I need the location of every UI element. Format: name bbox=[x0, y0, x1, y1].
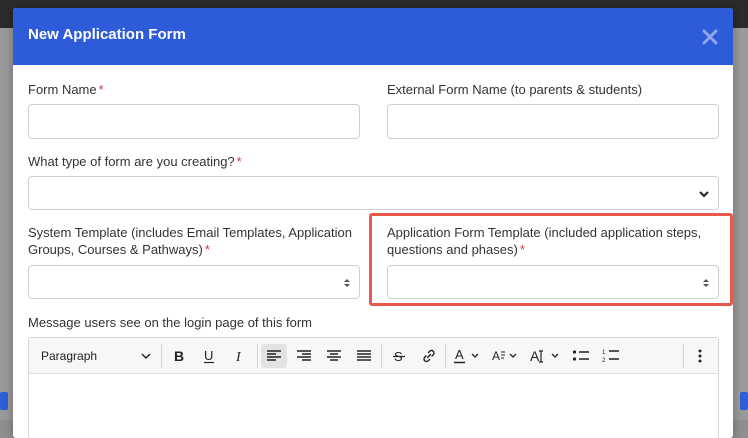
application-form-template-label-text: Application Form Template (included appl… bbox=[387, 225, 702, 257]
system-template-label-text: System Template (includes Email Template… bbox=[28, 225, 352, 257]
application-form-template-label: Application Form Template (included appl… bbox=[387, 224, 717, 258]
toolbar-divider bbox=[445, 344, 446, 368]
form-type-label-text: What type of form are you creating? bbox=[28, 154, 235, 169]
underline-icon[interactable]: U bbox=[197, 344, 221, 368]
svg-text:A: A bbox=[492, 349, 500, 363]
modal-title: New Application Form bbox=[28, 26, 186, 43]
external-form-name-input[interactable] bbox=[387, 104, 719, 139]
bold-icon[interactable]: B bbox=[167, 344, 191, 368]
align-left-icon[interactable] bbox=[261, 344, 287, 368]
form-type-label: What type of form are you creating? * bbox=[28, 153, 242, 170]
required-marker: * bbox=[236, 154, 242, 169]
system-template-label: System Template (includes Email Template… bbox=[28, 224, 358, 258]
toolbar-divider bbox=[683, 344, 684, 368]
align-center-icon[interactable] bbox=[321, 344, 347, 368]
form-name-input[interactable] bbox=[28, 104, 360, 139]
system-template-select[interactable] bbox=[28, 265, 360, 299]
bullet-list-icon[interactable] bbox=[569, 344, 593, 368]
svg-text:U: U bbox=[204, 348, 213, 363]
align-justify-icon[interactable] bbox=[351, 344, 377, 368]
application-form-template-select[interactable] bbox=[387, 265, 719, 299]
align-right-icon[interactable] bbox=[291, 344, 317, 368]
font-size-icon[interactable]: A bbox=[527, 344, 565, 368]
login-message-label: Message users see on the login page of t… bbox=[28, 315, 312, 330]
svg-text:A: A bbox=[530, 348, 540, 364]
toolbar-divider bbox=[161, 344, 162, 368]
close-icon[interactable] bbox=[701, 28, 719, 46]
background-side-button-left bbox=[0, 392, 8, 410]
paragraph-style-dropdown[interactable]: Paragraph bbox=[41, 344, 151, 368]
toolbar-divider bbox=[381, 344, 382, 368]
select-arrows-icon bbox=[703, 279, 709, 287]
toolbar-divider bbox=[257, 344, 258, 368]
numbered-list-icon[interactable]: 12 bbox=[599, 344, 623, 368]
modal-header: New Application Form bbox=[13, 8, 733, 65]
editor-toolbar: Paragraph B U I A A A 1 2 bbox=[29, 338, 718, 374]
new-application-form-modal: New Application Form Form Name * External… bbox=[13, 8, 733, 438]
form-name-label-text: Form Name bbox=[28, 82, 97, 97]
rich-text-editor[interactable]: Paragraph B U I A A A 1 2 bbox=[28, 337, 719, 438]
chevron-down-icon bbox=[699, 191, 709, 198]
form-type-select[interactable] bbox=[28, 176, 719, 210]
form-name-label: Form Name * bbox=[28, 81, 104, 98]
required-marker: * bbox=[98, 82, 104, 97]
strikethrough-icon[interactable]: S bbox=[387, 344, 411, 368]
svg-text:B: B bbox=[174, 349, 184, 363]
svg-text:2: 2 bbox=[602, 358, 606, 364]
svg-text:I: I bbox=[235, 350, 242, 363]
font-color-icon[interactable]: A bbox=[451, 344, 485, 368]
more-vertical-icon[interactable] bbox=[689, 344, 711, 368]
text-style-icon[interactable]: A bbox=[489, 344, 523, 368]
required-marker: * bbox=[519, 242, 525, 257]
paragraph-style-label: Paragraph bbox=[41, 349, 98, 363]
background-side-button-right bbox=[740, 392, 748, 410]
required-marker: * bbox=[204, 242, 210, 257]
select-arrows-icon bbox=[344, 279, 350, 287]
svg-text:A: A bbox=[455, 348, 464, 362]
italic-icon[interactable]: I bbox=[227, 344, 251, 368]
link-icon[interactable] bbox=[417, 344, 441, 368]
svg-text:1: 1 bbox=[602, 350, 606, 356]
chevron-down-icon bbox=[141, 353, 151, 360]
external-form-name-label: External Form Name (to parents & student… bbox=[387, 82, 643, 97]
